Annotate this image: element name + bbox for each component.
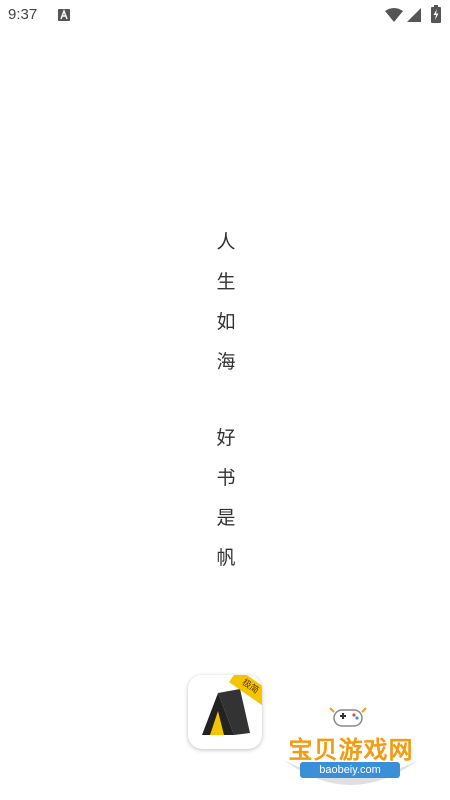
slogan-char: 生: [216, 271, 236, 293]
slogan-char: 帆: [216, 547, 236, 569]
slogan-char: 人: [216, 231, 236, 253]
slogan-line-2: 好 书 是 帆: [212, 418, 240, 578]
slogan-char: 如: [216, 311, 236, 333]
app-logo: 极简: [188, 675, 262, 749]
slogan-char: 书: [216, 467, 236, 489]
watermark-url: baobeiy.com: [300, 762, 400, 778]
slogan-char: 是: [216, 507, 236, 529]
watermark-title: 宝贝游戏网: [288, 736, 414, 764]
slogan-char: 好: [216, 427, 236, 449]
splash-screen: 9:37 人 生 如 海 好 书 是 帆 极简 宝贝游戏网 baobeiy.co…: [0, 0, 450, 800]
slogan-char: 海: [216, 351, 236, 373]
status-time: 9:37: [8, 6, 38, 23]
cell-signal-icon: [407, 8, 421, 22]
gamepad-icon: [329, 707, 367, 727]
status-bar: 9:37: [0, 0, 450, 30]
wifi-icon: [385, 8, 403, 22]
slogan-line-1: 人 生 如 海: [212, 222, 240, 382]
font-a-icon: [58, 9, 70, 21]
watermark: 宝贝游戏网 baobeiy.com: [276, 700, 426, 792]
battery-charging-icon: [431, 5, 441, 23]
